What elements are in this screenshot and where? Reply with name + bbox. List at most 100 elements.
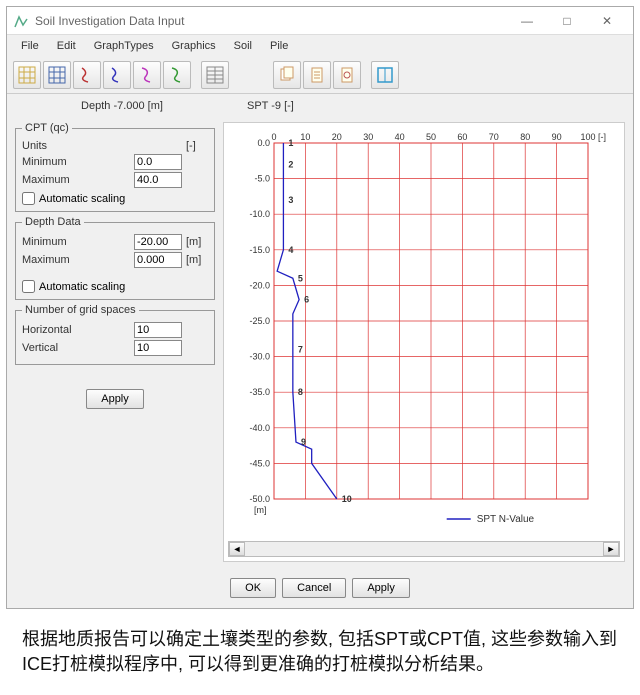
svg-text:40: 40 (395, 132, 405, 142)
tool-curve2-icon[interactable] (103, 61, 131, 89)
svg-text:30: 30 (363, 132, 373, 142)
svg-text:5: 5 (298, 273, 303, 283)
apply-button[interactable]: Apply (352, 578, 410, 598)
spt-readout: SPT -9 [-] (227, 100, 623, 112)
cpt-group: CPT (qc) Units [-] Minimum Maximum (15, 122, 215, 212)
svg-text:-50.0: -50.0 (249, 494, 270, 504)
cpt-legend: CPT (qc) (22, 122, 72, 134)
grid-group: Number of grid spaces Horizontal Vertica… (15, 304, 215, 365)
menu-edit[interactable]: Edit (49, 37, 84, 55)
depth-readout: Depth -7.000 [m] (17, 100, 227, 112)
scroll-right-icon[interactable]: ► (603, 542, 619, 556)
chart-panel: 0 10 20 30 40 50 60 70 80 90 100[-] 0.0 -5.0 -10.0 -15… (223, 122, 625, 562)
svg-text:1: 1 (288, 138, 293, 148)
scroll-left-icon[interactable]: ◄ (229, 542, 245, 556)
depth-max-input[interactable] (134, 252, 182, 268)
minimize-button[interactable]: — (507, 7, 547, 35)
svg-text:10: 10 (300, 132, 310, 142)
apply-side-button[interactable]: Apply (86, 389, 144, 409)
cpt-max-label: Maximum (22, 174, 134, 186)
depth-min-input[interactable] (134, 234, 182, 250)
tool-table-icon[interactable] (201, 61, 229, 89)
svg-text:10: 10 (342, 494, 352, 504)
cpt-min-input[interactable] (134, 154, 182, 170)
cancel-button[interactable]: Cancel (282, 578, 346, 598)
tool-doc2-icon[interactable] (333, 61, 361, 89)
svg-text:[-]: [-] (598, 132, 606, 142)
depth-min-label: Minimum (22, 236, 134, 248)
svg-text:3: 3 (288, 195, 293, 205)
menubar: File Edit GraphTypes Graphics Soil Pile (7, 35, 633, 57)
svg-text:0.0: 0.0 (257, 138, 270, 148)
app-window: Soil Investigation Data Input — □ ✕ File… (6, 6, 634, 609)
depth-max-unit: [m] (186, 254, 208, 266)
svg-text:-40.0: -40.0 (249, 423, 270, 433)
tool-doc1-icon[interactable] (303, 61, 331, 89)
menu-graphics[interactable]: Graphics (164, 37, 224, 55)
info-row: Depth -7.000 [m] SPT -9 [-] (7, 94, 633, 118)
depth-max-label: Maximum (22, 254, 134, 266)
ok-button[interactable]: OK (230, 578, 276, 598)
menu-file[interactable]: File (13, 37, 47, 55)
svg-text:90: 90 (552, 132, 562, 142)
left-panel: CPT (qc) Units [-] Minimum Maximum (15, 122, 215, 562)
depth-min-unit: [m] (186, 236, 208, 248)
grid-horiz-input[interactable] (134, 322, 182, 338)
tool-grid2-icon[interactable] (43, 61, 71, 89)
svg-text:-25.0: -25.0 (249, 316, 270, 326)
menu-graphtypes[interactable]: GraphTypes (86, 37, 162, 55)
svg-text:7: 7 (298, 344, 303, 354)
tool-curve3-icon[interactable] (133, 61, 161, 89)
titlebar: Soil Investigation Data Input — □ ✕ (7, 7, 633, 35)
svg-text:[m]: [m] (254, 505, 267, 515)
svg-text:70: 70 (489, 132, 499, 142)
svg-text:-30.0: -30.0 (249, 352, 270, 362)
svg-text:-35.0: -35.0 (249, 387, 270, 397)
cpt-units-label: Units (22, 140, 182, 152)
svg-text:100: 100 (580, 132, 595, 142)
tool-window-icon[interactable] (371, 61, 399, 89)
menu-pile[interactable]: Pile (262, 37, 296, 55)
svg-text:-45.0: -45.0 (249, 458, 270, 468)
caption-text: 根据地质报告可以确定土壤类型的参数, 包括SPT或CPT值, 这些参数输入到IC… (0, 615, 640, 695)
grid-vert-label: Vertical (22, 342, 134, 354)
cpt-units-value: [-] (186, 140, 208, 152)
svg-text:2: 2 (288, 159, 293, 169)
grid-legend: Number of grid spaces (22, 304, 139, 316)
depth-legend: Depth Data (22, 216, 84, 228)
spt-chart: 0 10 20 30 40 50 60 70 80 90 100[-] 0.0 -5.0 -10.0 -15… (228, 129, 620, 539)
svg-text:-15.0: -15.0 (249, 245, 270, 255)
svg-text:80: 80 (520, 132, 530, 142)
svg-text:-10.0: -10.0 (249, 209, 270, 219)
toolbar (7, 57, 633, 94)
chart-h-scrollbar[interactable]: ◄ ► (228, 541, 620, 557)
svg-text:0: 0 (271, 132, 276, 142)
svg-text:-20.0: -20.0 (249, 280, 270, 290)
tool-grid1-icon[interactable] (13, 61, 41, 89)
svg-text:-5.0: -5.0 (254, 174, 270, 184)
tool-copy-icon[interactable] (273, 61, 301, 89)
svg-text:6: 6 (304, 295, 309, 305)
svg-text:SPT N-Value: SPT N-Value (477, 514, 535, 525)
cpt-auto-label: Automatic scaling (39, 193, 125, 205)
grid-vert-input[interactable] (134, 340, 182, 356)
cpt-auto-checkbox[interactable] (22, 192, 35, 205)
grid-horiz-label: Horizontal (22, 324, 134, 336)
maximize-button[interactable]: □ (547, 7, 587, 35)
depth-auto-checkbox[interactable] (22, 280, 35, 293)
tool-curve4-icon[interactable] (163, 61, 191, 89)
dialog-buttons: OK Cancel Apply (7, 570, 633, 608)
app-icon (13, 13, 29, 29)
window-title: Soil Investigation Data Input (35, 14, 507, 28)
close-button[interactable]: ✕ (587, 7, 627, 35)
cpt-max-input[interactable] (134, 172, 182, 188)
svg-text:50: 50 (426, 132, 436, 142)
depth-group: Depth Data Minimum [m] Maximum [m] Autom… (15, 216, 215, 300)
svg-text:4: 4 (288, 245, 293, 255)
svg-text:9: 9 (301, 437, 306, 447)
tool-curve1-icon[interactable] (73, 61, 101, 89)
svg-text:60: 60 (457, 132, 467, 142)
svg-text:8: 8 (298, 387, 303, 397)
svg-text:20: 20 (332, 132, 342, 142)
menu-soil[interactable]: Soil (226, 37, 260, 55)
